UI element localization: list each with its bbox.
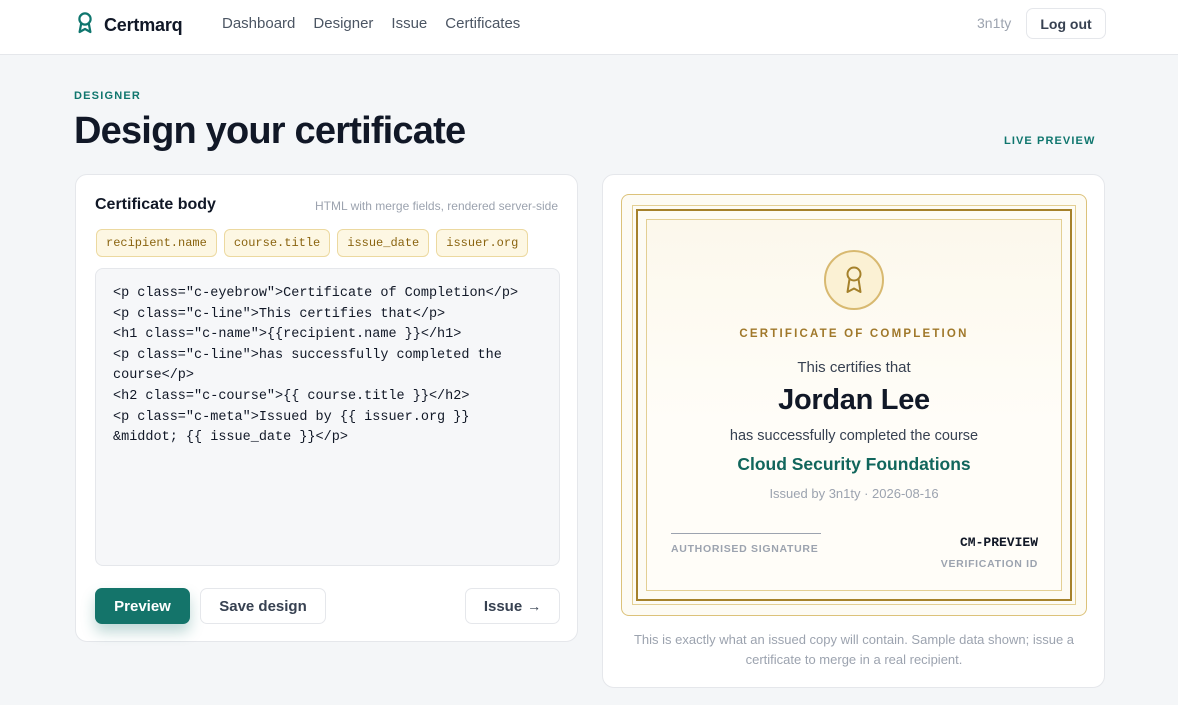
signature-label: AUTHORISED SIGNATURE [671, 543, 819, 555]
certificate-recipient-name: Jordan Lee [778, 384, 930, 416]
merge-field-chip[interactable]: issue_date [337, 229, 430, 257]
issue-button[interactable]: Issue → [465, 588, 560, 624]
award-logo-icon [76, 12, 94, 39]
signature-line [671, 533, 821, 534]
brand[interactable]: Certmarq [76, 12, 183, 39]
editor-card: Certificate body HTML with merge fields,… [75, 174, 578, 642]
preview-note: This is exactly what an issued copy will… [633, 632, 1075, 667]
page-eyebrow: DESIGNER [74, 90, 142, 102]
top-navbar: Certmarq Dashboard Designer Issue Certif… [0, 0, 1178, 55]
verification-id: CM-PREVIEW [959, 535, 1038, 550]
live-preview-label: LIVE PREVIEW [1004, 135, 1096, 147]
ribbon-award-icon [824, 250, 884, 310]
certificate-meta: Issued by 3n1ty · 2026-08-16 [769, 486, 939, 501]
nav-designer[interactable]: Designer [313, 15, 373, 32]
merge-field-chip[interactable]: recipient.name [96, 229, 217, 257]
verification-id-label: VERIFICATION ID [940, 558, 1038, 570]
editor-title: Certificate body [95, 196, 216, 213]
preview-button[interactable]: Preview [95, 588, 190, 624]
nav-issue[interactable]: Issue [391, 15, 427, 32]
certificate-course-title: Cloud Security Foundations [737, 454, 971, 474]
merge-field-chip[interactable]: issuer.org [436, 229, 529, 257]
user-name: 3n1ty [977, 15, 1012, 31]
main-nav: Dashboard Designer Issue Certificates [222, 15, 520, 32]
merge-field-chips: recipient.name course.title issue_date i… [96, 229, 529, 257]
save-design-button[interactable]: Save design [200, 588, 326, 624]
certificate-line: has successfully completed the course [729, 428, 979, 444]
brand-name: Certmarq [104, 15, 183, 35]
arrow-right-icon: → [527, 598, 542, 614]
certificate-eyebrow: CERTIFICATE OF COMPLETION [739, 328, 969, 340]
nav-certificates[interactable]: Certificates [445, 15, 520, 32]
logout-button[interactable]: Log out [1026, 8, 1106, 39]
nav-dashboard[interactable]: Dashboard [222, 15, 295, 32]
certificate-preview: CERTIFICATE OF COMPLETION This certifies… [621, 194, 1087, 616]
issue-button-label: Issue [483, 597, 523, 615]
preview-card: CERTIFICATE OF COMPLETION This certifies… [602, 174, 1105, 688]
merge-field-chip[interactable]: course.title [223, 229, 331, 257]
certificate-body-editor[interactable]: <p class="c-eyebrow">Certificate of Comp… [95, 268, 560, 566]
page-title: Design your certificate [74, 110, 466, 152]
certificate-line: This certifies that [797, 359, 911, 376]
editor-hint: HTML with merge fields, rendered server-… [315, 199, 558, 213]
